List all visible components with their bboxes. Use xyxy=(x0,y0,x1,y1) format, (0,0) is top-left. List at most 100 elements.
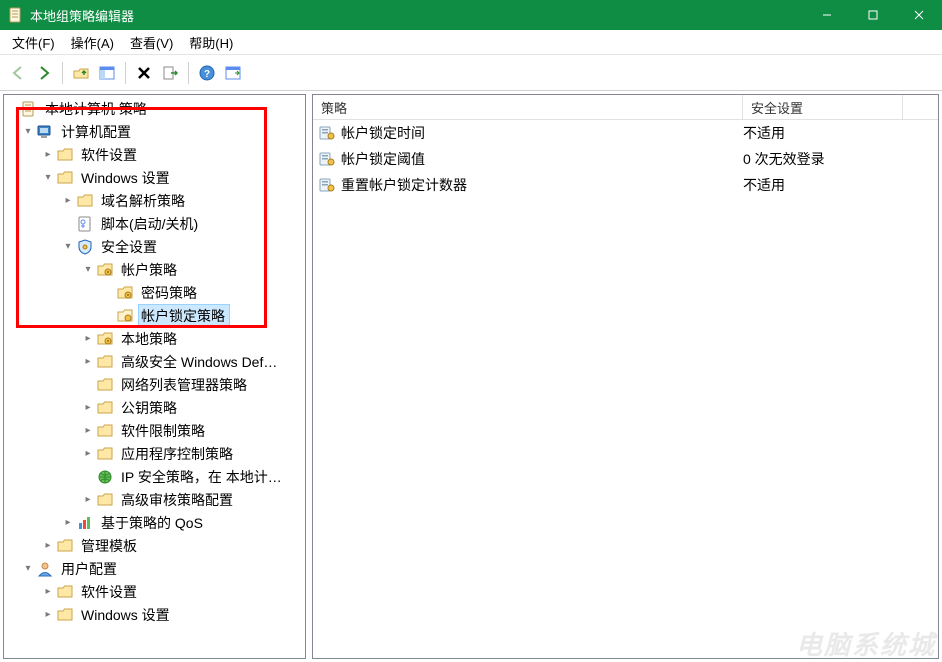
folder-icon xyxy=(56,606,74,624)
tree-public-key[interactable]: ▸ 公钥策略 xyxy=(4,396,305,419)
folder-icon xyxy=(96,491,114,509)
tree-name-resolution-policy[interactable]: ▸ 域名解析策略 xyxy=(4,189,305,212)
tree-label: 安全设置 xyxy=(98,235,162,259)
tree-software-restriction[interactable]: ▸ 软件限制策略 xyxy=(4,419,305,442)
tree-admin-templates[interactable]: ▸ 管理模板 xyxy=(4,534,305,557)
maximize-button[interactable] xyxy=(850,0,896,30)
show-details-button[interactable] xyxy=(221,61,245,85)
menu-help[interactable]: 帮助(H) xyxy=(181,30,241,55)
policy-setting: 0 次无效登录 xyxy=(743,149,903,169)
tree-network-list-mgr[interactable]: ▶ 网络列表管理器策略 xyxy=(4,373,305,396)
tree-qos[interactable]: ▸ 基于策略的 QoS xyxy=(4,511,305,534)
tree-label: 帐户锁定策略 xyxy=(138,304,230,328)
chevron-down-icon[interactable]: ▾ xyxy=(80,264,96,275)
folder-icon xyxy=(96,353,114,371)
folder-lock-icon xyxy=(96,330,114,348)
help-button[interactable] xyxy=(195,61,219,85)
tree-label: 高级审核策略配置 xyxy=(118,488,238,512)
tree-pane[interactable]: ▶ 本地计算机 策略 ▾ 计算机配置 ▸ 软件设置 ▾ Windows 设置 ▸ xyxy=(3,94,306,659)
folder-icon xyxy=(96,445,114,463)
tree-adv-audit[interactable]: ▸ 高级审核策略配置 xyxy=(4,488,305,511)
tree-scripts[interactable]: ▶ 脚本(启动/关机) xyxy=(4,212,305,235)
tree-label: 软件设置 xyxy=(78,143,142,167)
chevron-down-icon[interactable]: ▾ xyxy=(20,563,36,574)
tree-label: 密码策略 xyxy=(138,281,202,305)
export-list-button[interactable] xyxy=(158,61,182,85)
folder-icon xyxy=(56,146,74,164)
folder-icon xyxy=(96,399,114,417)
list-header: 策略 安全设置 xyxy=(313,95,938,120)
forward-button[interactable] xyxy=(32,61,56,85)
folder-icon xyxy=(76,192,94,210)
tree-adv-firewall[interactable]: ▸ 高级安全 Windows Def… xyxy=(4,350,305,373)
tree-app-control[interactable]: ▸ 应用程序控制策略 xyxy=(4,442,305,465)
tree-root[interactable]: ▶ 本地计算机 策略 xyxy=(4,97,305,120)
tree-account-policies[interactable]: ▾ 帐户策略 xyxy=(4,258,305,281)
tree-ipsec[interactable]: ▶ IP 安全策略，在 本地计… xyxy=(4,465,305,488)
menu-view[interactable]: 查看(V) xyxy=(122,30,181,55)
tree-security-settings[interactable]: ▾ 安全设置 xyxy=(4,235,305,258)
list-pane[interactable]: 策略 安全设置 帐户锁定时间 不适用 帐户锁定阈值 0 次无效登录 重置帐户锁定… xyxy=(312,94,939,659)
menu-action[interactable]: 操作(A) xyxy=(63,30,122,55)
chevron-down-icon[interactable]: ▾ xyxy=(40,172,56,183)
folder-icon xyxy=(96,422,114,440)
window-controls xyxy=(804,0,942,30)
chevron-right-icon[interactable]: ▸ xyxy=(60,517,76,528)
tree-password-policy[interactable]: ▶ 密码策略 xyxy=(4,281,305,304)
chevron-right-icon[interactable]: ▸ xyxy=(80,448,96,459)
tree-computer-config[interactable]: ▾ 计算机配置 xyxy=(4,120,305,143)
column-header-security-setting[interactable]: 安全设置 xyxy=(743,95,903,119)
chevron-right-icon[interactable]: ▸ xyxy=(40,586,56,597)
list-item[interactable]: 重置帐户锁定计数器 不适用 xyxy=(313,172,938,198)
shield-icon xyxy=(76,238,94,256)
tree-label: 本地计算机 策略 xyxy=(42,97,152,121)
folder-lock-icon xyxy=(96,261,114,279)
folder-icon xyxy=(96,376,114,394)
chevron-down-icon[interactable]: ▾ xyxy=(20,126,36,137)
menubar: 文件(F) 操作(A) 查看(V) 帮助(H) xyxy=(0,30,942,55)
tree-user-software-settings[interactable]: ▸ 软件设置 xyxy=(4,580,305,603)
policy-tree: ▶ 本地计算机 策略 ▾ 计算机配置 ▸ 软件设置 ▾ Windows 设置 ▸ xyxy=(4,95,305,628)
twist-none: ▶ xyxy=(80,471,96,482)
chevron-right-icon[interactable]: ▸ xyxy=(40,609,56,620)
policy-name: 帐户锁定时间 xyxy=(341,123,743,143)
policy-item-icon xyxy=(319,151,337,167)
tree-label: 软件设置 xyxy=(78,580,142,604)
twist-none: ▶ xyxy=(100,310,116,321)
column-header-policy[interactable]: 策略 xyxy=(313,95,743,119)
tree-account-lockout-policy[interactable]: ▶ 帐户锁定策略 xyxy=(4,304,305,327)
tree-user-windows-settings[interactable]: ▸ Windows 设置 xyxy=(4,603,305,626)
chevron-right-icon[interactable]: ▸ xyxy=(40,540,56,551)
tree-label: IP 安全策略，在 本地计… xyxy=(118,465,287,489)
folder-icon xyxy=(56,583,74,601)
app-icon xyxy=(8,7,24,23)
chevron-right-icon[interactable]: ▸ xyxy=(80,402,96,413)
list-item[interactable]: 帐户锁定阈值 0 次无效登录 xyxy=(313,146,938,172)
tree-user-config[interactable]: ▾ 用户配置 xyxy=(4,557,305,580)
list-item[interactable]: 帐户锁定时间 不适用 xyxy=(313,120,938,146)
close-button[interactable] xyxy=(896,0,942,30)
up-button[interactable] xyxy=(69,61,93,85)
toolbar-separator xyxy=(62,62,63,84)
folder-lock-icon xyxy=(116,284,134,302)
menu-file[interactable]: 文件(F) xyxy=(4,30,63,55)
body-panes: ▶ 本地计算机 策略 ▾ 计算机配置 ▸ 软件设置 ▾ Windows 设置 ▸ xyxy=(0,91,942,662)
chevron-right-icon[interactable]: ▸ xyxy=(80,333,96,344)
chevron-right-icon[interactable]: ▸ xyxy=(80,425,96,436)
list-body: 帐户锁定时间 不适用 帐户锁定阈值 0 次无效登录 重置帐户锁定计数器 不适用 xyxy=(313,120,938,198)
chevron-right-icon[interactable]: ▸ xyxy=(40,149,56,160)
tree-local-policies[interactable]: ▸ 本地策略 xyxy=(4,327,305,350)
tree-software-settings[interactable]: ▸ 软件设置 xyxy=(4,143,305,166)
chevron-right-icon[interactable]: ▸ xyxy=(80,356,96,367)
minimize-button[interactable] xyxy=(804,0,850,30)
delete-button[interactable] xyxy=(132,61,156,85)
chevron-right-icon[interactable]: ▸ xyxy=(60,195,76,206)
chevron-down-icon[interactable]: ▾ xyxy=(60,241,76,252)
tree-windows-settings[interactable]: ▾ Windows 设置 xyxy=(4,166,305,189)
back-button[interactable] xyxy=(6,61,30,85)
folder-icon xyxy=(56,537,74,555)
chevron-right-icon[interactable]: ▸ xyxy=(80,494,96,505)
twist-none: ▶ xyxy=(60,218,76,229)
show-hide-tree-button[interactable] xyxy=(95,61,119,85)
tree-label: 用户配置 xyxy=(58,557,122,581)
